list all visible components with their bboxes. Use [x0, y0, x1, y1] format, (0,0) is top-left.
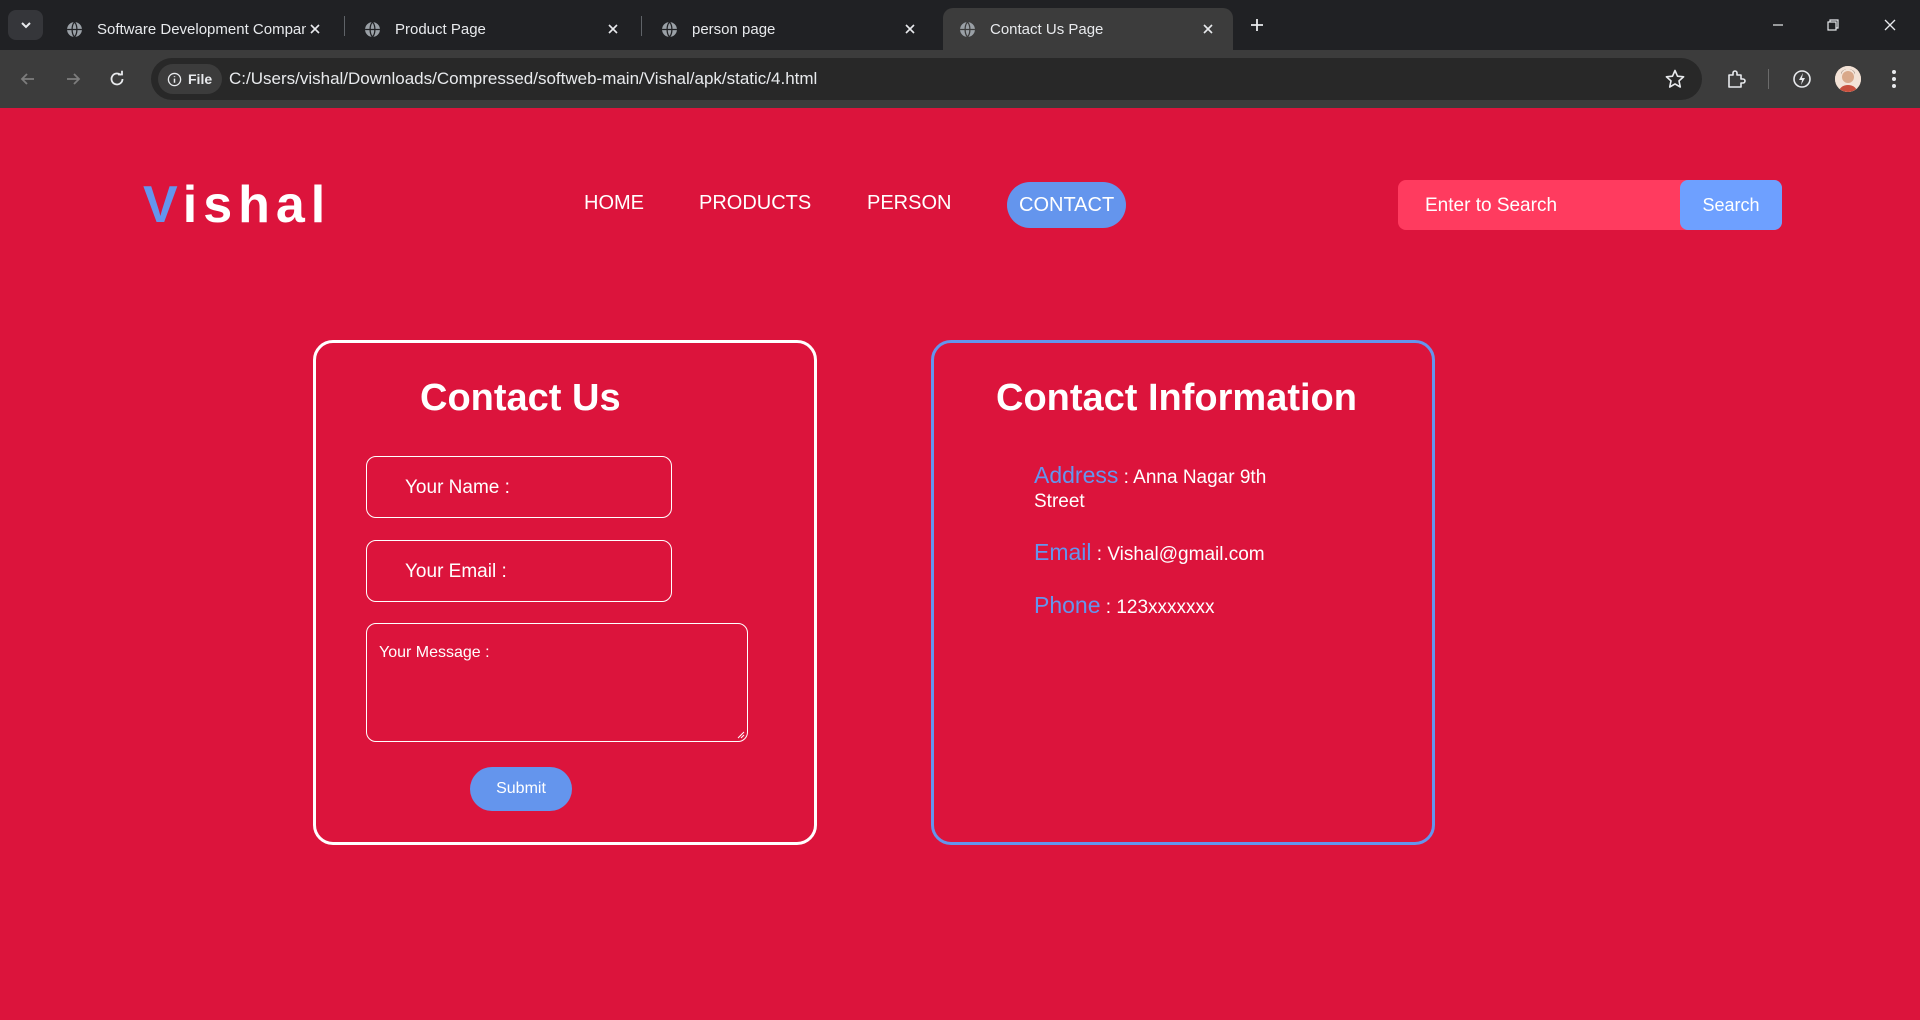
nav-products[interactable]: PRODUCTS	[699, 192, 811, 215]
address-value: : Anna Nagar 9th	[1123, 467, 1267, 488]
minimize-icon	[1773, 24, 1783, 26]
toolbar-divider	[1768, 69, 1769, 89]
close-icon[interactable]	[306, 20, 324, 38]
bookmark-star-icon[interactable]	[1664, 68, 1686, 90]
browser-tab-strip: Software Development Company Product Pag…	[0, 0, 1920, 50]
window-close-button[interactable]	[1870, 10, 1910, 40]
tab-title: Software Development Company	[97, 20, 306, 38]
close-icon[interactable]	[604, 20, 622, 38]
nav-contact-active[interactable]: CONTACT	[1007, 182, 1127, 228]
menu-button[interactable]	[1880, 65, 1908, 93]
globe-icon	[365, 21, 380, 37]
tab-divider	[641, 16, 642, 36]
site-info-chip[interactable]: File	[158, 64, 222, 94]
globe-icon	[960, 21, 975, 37]
close-icon[interactable]	[1199, 20, 1217, 38]
tab-title: person page	[692, 20, 776, 38]
address-label: Address	[1034, 462, 1119, 488]
nav-home[interactable]: HOME	[584, 192, 644, 215]
reload-icon	[110, 70, 124, 86]
email-field[interactable]: Your Email :	[366, 540, 672, 602]
email-row: Email : Vishal@gmail.com	[1034, 540, 1265, 567]
search-placeholder: Enter to Search	[1425, 195, 1558, 216]
browser-tab-4-active[interactable]: Contact Us Page	[943, 8, 1233, 50]
profile-avatar[interactable]	[1835, 66, 1861, 92]
kebab-menu-icon	[1892, 70, 1896, 88]
restore-button[interactable]	[1813, 10, 1853, 40]
address-bar[interactable]: File C:/Users/vishal/Downloads/Compresse…	[151, 58, 1702, 100]
tab-title: Contact Us Page	[990, 20, 1104, 38]
submit-button[interactable]: Submit	[470, 767, 572, 811]
tab-search-button[interactable]	[8, 10, 43, 40]
chevron-down-icon	[20, 22, 31, 29]
chip-label: File	[188, 71, 213, 87]
profile-picture-icon	[1835, 66, 1861, 92]
message-textarea[interactable]: Your Message :	[366, 623, 748, 742]
message-placeholder: Your Message :	[379, 644, 490, 661]
logo-text: ishal	[182, 176, 332, 234]
browser-tab-3[interactable]: person page	[645, 8, 935, 50]
globe-icon	[67, 21, 82, 37]
tab-divider	[344, 16, 345, 36]
contact-info-card: Contact Information Address : Anna Nagar…	[931, 340, 1435, 845]
puzzle-icon	[1728, 70, 1746, 88]
phone-label: Phone	[1034, 592, 1101, 618]
phone-row: Phone : 123xxxxxxx	[1034, 593, 1215, 620]
minimize-button[interactable]	[1758, 10, 1798, 40]
contact-form-card: Contact Us Your Name : Your Email : Your…	[313, 340, 817, 845]
search-button[interactable]: Search	[1680, 180, 1782, 230]
globe-icon	[662, 21, 677, 37]
speed-icon	[1793, 70, 1811, 88]
email-label: Email	[1034, 539, 1092, 565]
nav-person[interactable]: PERSON	[867, 192, 951, 215]
search-input[interactable]: Enter to Search Search	[1398, 180, 1782, 230]
arrow-right-icon	[67, 73, 81, 85]
reload-button[interactable]	[101, 63, 133, 95]
new-tab-button[interactable]	[1244, 12, 1270, 38]
restore-icon	[1827, 19, 1839, 31]
extensions-button[interactable]	[1722, 65, 1750, 93]
back-button[interactable]	[12, 63, 44, 95]
contact-info-title: Contact Information	[996, 377, 1357, 419]
close-icon[interactable]	[901, 20, 919, 38]
url-text[interactable]: C:/Users/vishal/Downloads/Compressed/sof…	[229, 69, 817, 89]
address-row: Address : Anna Nagar 9th Street	[1034, 463, 1266, 514]
close-icon	[1884, 19, 1896, 31]
info-icon	[167, 72, 182, 86]
logo-initial: V	[143, 176, 183, 234]
address-value-continued: Street	[1034, 491, 1085, 512]
site-logo[interactable]: Vishal	[143, 175, 331, 235]
plus-icon	[1251, 19, 1263, 31]
browser-tab-2[interactable]: Product Page	[348, 8, 638, 50]
arrow-left-icon	[20, 73, 34, 85]
tab-title: Product Page	[395, 20, 486, 38]
resize-handle-icon[interactable]	[737, 731, 745, 739]
phone-value: : 123xxxxxxx	[1105, 597, 1215, 618]
forward-button[interactable]	[57, 63, 89, 95]
contact-form-title: Contact Us	[420, 377, 621, 419]
email-value: : Vishal@gmail.com	[1096, 544, 1265, 565]
browser-tab-1[interactable]: Software Development Company	[50, 8, 340, 50]
performance-button[interactable]	[1788, 65, 1816, 93]
browser-toolbar: File C:/Users/vishal/Downloads/Compresse…	[0, 50, 1920, 108]
name-field[interactable]: Your Name :	[366, 456, 672, 518]
